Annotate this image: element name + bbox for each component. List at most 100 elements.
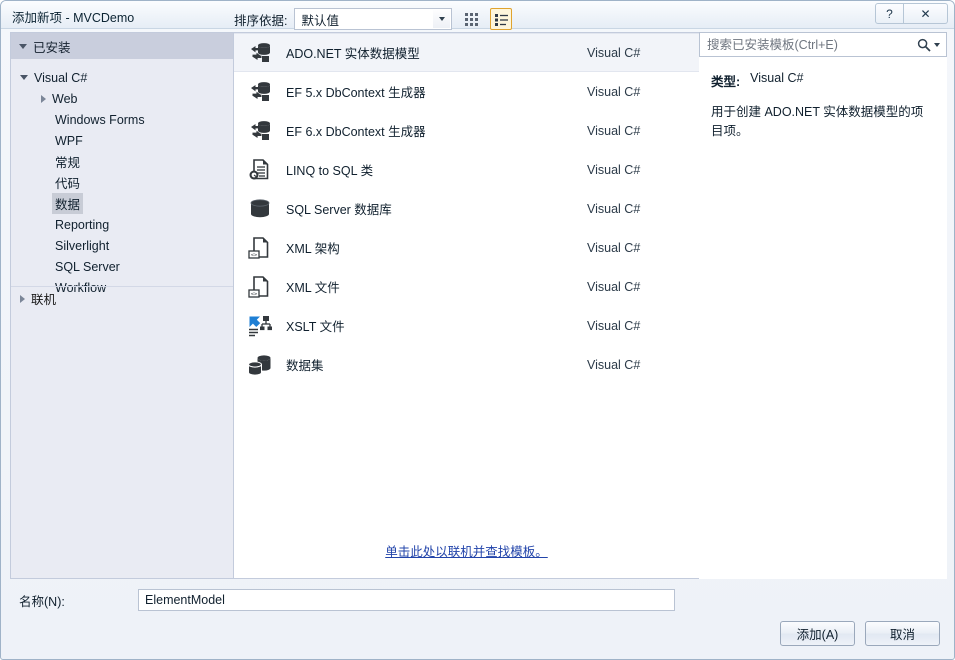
name-field-label: 名称(N):: [19, 594, 65, 609]
template-list-panel: ADO.NET 实体数据模型 Visual C# EF 5.x DbContex…: [234, 32, 699, 579]
template-language: Visual C#: [587, 162, 641, 177]
template-row-sql-server-database[interactable]: SQL Server 数据库 Visual C#: [234, 189, 699, 228]
chevron-down-icon: [20, 75, 28, 80]
tree-node-label: Visual C#: [34, 70, 88, 85]
dialog-footer: 添加(A) 取消: [780, 621, 940, 646]
search-templates-box[interactable]: [699, 32, 947, 57]
tree-node-label: 代码: [55, 177, 81, 191]
cancel-button[interactable]: 取消: [865, 621, 940, 646]
name-input[interactable]: [138, 589, 675, 611]
list-toolbar: 排序依据: 默认值: [234, 7, 689, 31]
chevron-down-icon[interactable]: [433, 10, 451, 28]
grid-view-icon: [464, 12, 478, 26]
find-online-templates-link[interactable]: 单击此处以联机并查找模板。: [385, 545, 548, 559]
chevron-down-icon: [19, 43, 27, 49]
template-language: Visual C#: [587, 279, 641, 294]
online-section-header[interactable]: 联机: [11, 286, 233, 310]
template-details: 类型: Visual C# 用于创建 ADO.NET 实体数据模型的项目项。: [699, 57, 947, 141]
xslt-file-icon: [249, 315, 272, 336]
add-button[interactable]: 添加(A): [780, 621, 855, 646]
installed-section-label: 已安装: [33, 40, 71, 55]
tree-node-general[interactable]: 常规: [11, 151, 233, 172]
detail-type-row: 类型: Visual C#: [711, 71, 933, 90]
chevron-right-icon: [41, 94, 46, 103]
add-new-item-dialog: 添加新项 - MVCDemo ? ✕ 排序依据: 默认值 已安装 Visual …: [0, 0, 955, 660]
template-row-xml-file[interactable]: <> XML 文件 Visual C#: [234, 267, 699, 306]
tree-node-label: 常规: [55, 156, 81, 170]
tree-node-windows-forms[interactable]: Windows Forms: [11, 109, 233, 130]
tree-node-web[interactable]: Web: [11, 88, 233, 109]
template-tree: Visual C# Web Windows Forms WPF 常规 代码 数据…: [11, 59, 233, 298]
xml-file-icon: <>: [248, 275, 269, 298]
svg-text:<>: <>: [251, 291, 258, 297]
name-field-row: 名称(N):: [10, 586, 947, 614]
linq-to-sql-icon: [249, 158, 269, 179]
database-icon: [250, 198, 270, 217]
online-templates-link-container: 单击此处以联机并查找模板。: [234, 541, 699, 560]
template-row-dataset[interactable]: 数据集 Visual C#: [234, 345, 699, 384]
close-button[interactable]: ✕: [904, 3, 948, 24]
sort-by-label: 排序依据:: [234, 13, 288, 28]
xml-schema-icon: <>: [248, 236, 269, 259]
tree-node-reporting[interactable]: Reporting: [11, 214, 233, 235]
tree-node-label: Web: [52, 91, 78, 106]
template-language: Visual C#: [587, 357, 641, 372]
tree-node-label: SQL Server: [55, 259, 120, 274]
template-list: ADO.NET 实体数据模型 Visual C# EF 5.x DbContex…: [234, 33, 699, 384]
template-row-linq-to-sql-class[interactable]: LINQ to SQL 类 Visual C#: [234, 150, 699, 189]
search-icon[interactable]: [917, 38, 931, 52]
tree-node-label: Silverlight: [55, 238, 110, 253]
template-row-ef-6x-dbcontext-generator[interactable]: EF 6.x DbContext 生成器 Visual C#: [234, 111, 699, 150]
dialog-body: 已安装 Visual C# Web Windows Forms WPF 常规 代…: [10, 32, 947, 579]
chevron-down-icon[interactable]: [934, 42, 940, 47]
question-mark-icon: ?: [886, 6, 893, 21]
template-name: XML 架构: [286, 242, 340, 256]
tree-node-visual-csharp[interactable]: Visual C#: [11, 67, 233, 88]
sort-by-dropdown[interactable]: 默认值: [294, 8, 453, 30]
tree-node-wpf[interactable]: WPF: [11, 130, 233, 151]
template-language: Visual C#: [587, 318, 641, 333]
template-row-ef-5x-dbcontext-generator[interactable]: EF 5.x DbContext 生成器 Visual C#: [234, 72, 699, 111]
ado-net-entity-model-icon: [251, 42, 270, 62]
tree-node-code[interactable]: 代码: [11, 172, 233, 193]
installed-templates-panel: 已安装 Visual C# Web Windows Forms WPF 常规 代…: [10, 32, 234, 579]
template-name: 数据集: [286, 359, 324, 373]
tree-node-label: Windows Forms: [55, 112, 145, 127]
list-view-button[interactable]: [490, 8, 513, 30]
template-name: LINQ to SQL 类: [286, 164, 374, 178]
online-section-label: 联机: [31, 293, 57, 307]
ado-net-entity-model-icon: [251, 120, 270, 140]
template-row-xslt-file[interactable]: XSLT 文件 Visual C#: [234, 306, 699, 345]
template-language: Visual C#: [587, 123, 641, 138]
template-row-ado-net-entity-data-model[interactable]: ADO.NET 实体数据模型 Visual C#: [234, 33, 699, 72]
sort-by-value: 默认值: [301, 13, 339, 28]
chevron-right-icon: [20, 294, 25, 303]
svg-text:<>: <>: [251, 252, 258, 258]
template-name: EF 6.x DbContext 生成器: [286, 125, 426, 139]
tree-node-silverlight[interactable]: Silverlight: [11, 235, 233, 256]
detail-description: 用于创建 ADO.NET 实体数据模型的项目项。: [711, 105, 924, 138]
template-name: XSLT 文件: [286, 320, 345, 334]
dataset-icon: [248, 354, 271, 376]
template-name: XML 文件: [286, 281, 340, 295]
installed-section-header[interactable]: 已安装: [11, 33, 233, 59]
detail-type-label: 类型:: [711, 75, 741, 89]
template-language: Visual C#: [587, 201, 641, 216]
template-language: Visual C#: [587, 45, 641, 60]
tree-node-label: 数据: [52, 193, 84, 214]
help-button[interactable]: ?: [875, 3, 904, 24]
tree-node-sql-server[interactable]: SQL Server: [11, 256, 233, 277]
detail-type-value: Visual C#: [750, 71, 804, 85]
template-row-xml-schema[interactable]: <> XML 架构 Visual C#: [234, 228, 699, 267]
template-language: Visual C#: [587, 240, 641, 255]
template-name: ADO.NET 实体数据模型: [286, 47, 420, 61]
tree-node-data[interactable]: 数据: [11, 193, 233, 214]
search-input[interactable]: [700, 36, 917, 53]
template-name: SQL Server 数据库: [286, 203, 392, 217]
grid-view-button[interactable]: [460, 8, 482, 30]
ado-net-entity-model-icon: [251, 81, 270, 101]
list-view-icon: [494, 13, 508, 26]
window-controls: ? ✕: [875, 3, 948, 24]
tree-node-label: Reporting: [55, 217, 110, 232]
close-icon: ✕: [920, 6, 931, 21]
